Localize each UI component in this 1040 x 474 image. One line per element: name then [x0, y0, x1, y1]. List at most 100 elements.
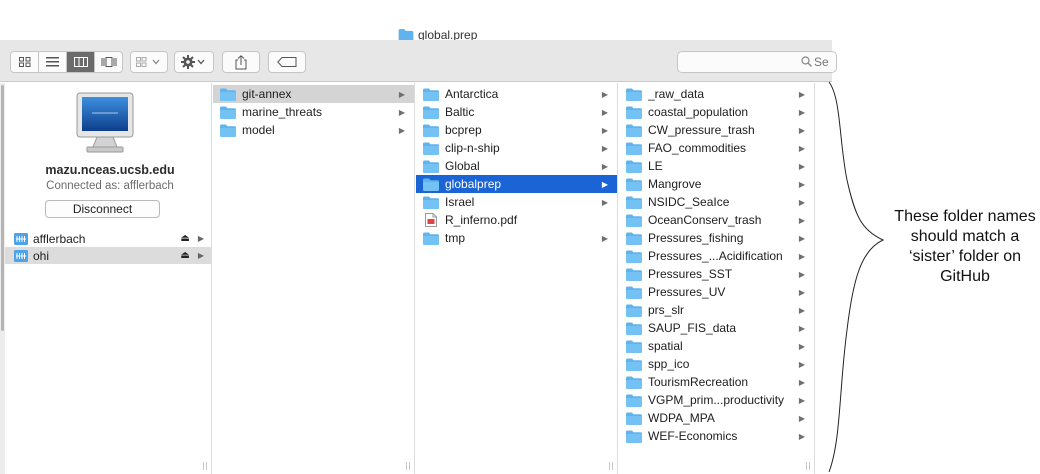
edit-tags-button[interactable] [268, 51, 306, 73]
chevron-right-icon: ▶ [798, 233, 805, 243]
item-label: spp_ico [648, 357, 690, 371]
item-label: coastal_population [648, 105, 749, 119]
eject-icon[interactable]: ⏏ [180, 233, 189, 244]
item-label: globalprep [445, 177, 502, 191]
item-label: model [242, 123, 275, 137]
folder-item[interactable]: spatial ▶ [619, 337, 814, 355]
folder-item[interactable]: tmp ▶ [416, 229, 617, 247]
sidebar-item-afflerbach[interactable]: afflerbach ⏏ ▶ [5, 230, 212, 247]
folder-item[interactable]: Mangrove ▶ [619, 175, 814, 193]
folder-item[interactable]: _raw_data ▶ [619, 85, 814, 103]
item-label: Israel [445, 195, 475, 209]
folder-item[interactable]: FAO_commodities ▶ [619, 139, 814, 157]
disconnect-button[interactable]: Disconnect [45, 200, 160, 218]
item-label: FAO_commodities [648, 141, 747, 155]
folder-item[interactable]: marine_threats ▶ [213, 103, 414, 121]
item-label: marine_threats [242, 105, 323, 119]
folder-item[interactable]: bcprep ▶ [416, 121, 617, 139]
item-label: CW_pressure_trash [648, 123, 755, 137]
folder-icon [220, 88, 236, 101]
chevron-right-icon: ▶ [798, 359, 805, 369]
folder-item[interactable]: LE ▶ [619, 157, 814, 175]
folder-icon [626, 286, 642, 299]
tag-icon [277, 57, 297, 67]
chevron-right-icon: ▶ [798, 89, 805, 99]
chevron-right-icon: ▶ [798, 161, 805, 171]
chevron-right-icon: ▶ [197, 251, 204, 260]
folder-icon [423, 178, 439, 191]
folder-item[interactable]: Global ▶ [416, 157, 617, 175]
folder-item[interactable]: Pressures_...Acidification ▶ [619, 247, 814, 265]
folder-item[interactable]: prs_slr ▶ [619, 301, 814, 319]
chevron-right-icon: ▶ [798, 125, 805, 135]
column-resize-handle[interactable] [609, 462, 613, 470]
folder-icon [626, 250, 642, 263]
item-label: R_inferno.pdf [445, 213, 518, 227]
icon-view-icon [18, 57, 30, 67]
chevron-right-icon: ▶ [798, 143, 805, 153]
chevron-right-icon: ▶ [798, 395, 805, 405]
column-view-button[interactable] [67, 52, 95, 72]
search-input[interactable] [814, 54, 844, 70]
folder-icon [626, 232, 642, 245]
search-field[interactable] [677, 51, 844, 73]
item-label: OceanConserv_trash [648, 213, 762, 227]
item-label: WEF-Economics [648, 429, 738, 443]
folder-item[interactable]: WDPA_MPA ▶ [619, 409, 814, 427]
folder-item[interactable]: NSIDC_SeaIce ▶ [619, 193, 814, 211]
folder-item[interactable]: Antarctica ▶ [416, 85, 617, 103]
item-label: Pressures_fishing [648, 231, 744, 245]
item-label: TourismRecreation [648, 375, 749, 389]
chevron-right-icon: ▶ [601, 107, 608, 117]
sidebar-scrollbar[interactable] [1, 85, 4, 331]
folder-item[interactable]: clip-n-ship ▶ [416, 139, 617, 157]
share-button[interactable] [222, 51, 260, 73]
folder-item[interactable]: SAUP_FIS_data ▶ [619, 319, 814, 337]
sidebar-item-ohi[interactable]: ohi ⏏ ▶ [5, 247, 212, 264]
folder-item[interactable]: coastal_population ▶ [619, 103, 814, 121]
folder-item[interactable]: Israel ▶ [416, 193, 617, 211]
sidebar-item-label: afflerbach [33, 231, 86, 246]
item-label: Pressures_UV [648, 285, 726, 299]
arrange-button[interactable] [130, 51, 168, 73]
folder-item[interactable]: Pressures_UV ▶ [619, 283, 814, 301]
chevron-right-icon: ▶ [398, 107, 405, 117]
item-label: tmp [445, 231, 466, 245]
folder-item[interactable]: model ▶ [213, 121, 414, 139]
item-label: Antarctica [445, 87, 499, 101]
list-view-button[interactable] [39, 52, 67, 72]
folder-item[interactable]: OceanConserv_trash ▶ [619, 211, 814, 229]
column-resize-handle[interactable] [406, 462, 410, 470]
folder-item[interactable]: spp_ico ▶ [619, 355, 814, 373]
folder-item[interactable]: CW_pressure_trash ▶ [619, 121, 814, 139]
chevron-right-icon: ▶ [798, 107, 805, 117]
folder-icon [423, 196, 439, 209]
folder-item[interactable]: Pressures_SST ▶ [619, 265, 814, 283]
folder-item[interactable]: WEF-Economics ▶ [619, 427, 814, 445]
server-computer-icon [76, 92, 134, 153]
action-button[interactable] [174, 51, 214, 73]
file-item[interactable]: R_inferno.pdf [416, 211, 617, 229]
icon-view-button[interactable] [11, 52, 39, 72]
sidebar-edge [0, 83, 5, 474]
folder-icon [626, 394, 642, 407]
folder-icon [626, 304, 642, 317]
folder-icon [423, 160, 439, 173]
column-resize-handle[interactable] [806, 462, 810, 470]
column-resize-handle[interactable] [203, 462, 207, 470]
folder-icon [626, 358, 642, 371]
chevron-right-icon: ▶ [798, 323, 805, 333]
item-label: spatial [648, 339, 683, 353]
network-volume-icon [14, 249, 28, 262]
folder-item[interactable]: TourismRecreation ▶ [619, 373, 814, 391]
sidebar: mazu.nceas.ucsb.edu Connected as: affler… [0, 83, 212, 474]
folder-item[interactable]: Baltic ▶ [416, 103, 617, 121]
folder-item[interactable]: VGPM_prim...productivity ▶ [619, 391, 814, 409]
curly-brace-annotation [828, 81, 885, 473]
eject-icon[interactable]: ⏏ [180, 250, 189, 261]
folder-icon [626, 142, 642, 155]
coverflow-view-button[interactable] [95, 52, 122, 72]
folder-item[interactable]: globalprep ▶ [416, 175, 617, 193]
folder-item[interactable]: Pressures_fishing ▶ [619, 229, 814, 247]
folder-item[interactable]: git-annex ▶ [213, 85, 414, 103]
